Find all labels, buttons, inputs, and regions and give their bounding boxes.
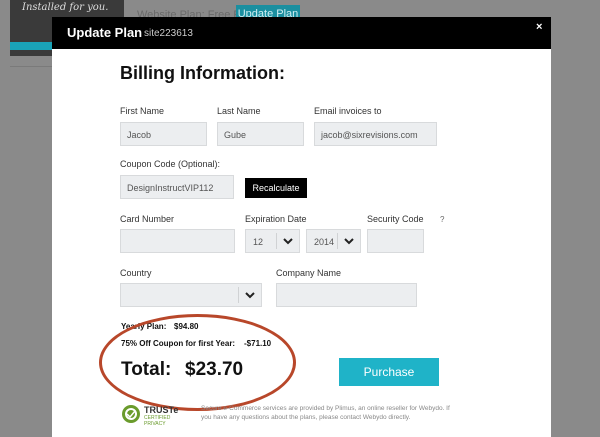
country-label: Country <box>120 268 152 278</box>
coupon-discount-value: -$71.10 <box>244 339 272 348</box>
truste-subtitle: CERTIFIED PRIVACY <box>144 415 171 427</box>
card-number-field[interactable] <box>120 229 235 253</box>
footer-note: Secure e-Commerce services are provided … <box>201 405 450 421</box>
expiration-year-select[interactable]: 2014 <box>306 229 361 253</box>
truste-seal-icon <box>122 405 140 423</box>
last-name-label: Last Name <box>217 106 261 116</box>
email-label: Email invoices to <box>314 106 382 116</box>
coupon-label: Coupon Code (Optional): <box>120 159 221 169</box>
expiration-year-value: 2014 <box>314 237 335 247</box>
total-value: $23.70 <box>185 359 244 380</box>
total-label: Total: <box>121 359 172 380</box>
company-name-field[interactable] <box>276 283 417 307</box>
truste-badge: TRUSTe CERTIFIED PRIVACY <box>121 403 193 427</box>
card-number-label: Card Number <box>120 214 175 224</box>
coupon-discount-label: 75% Off Coupon for first Year: <box>121 339 236 348</box>
help-icon[interactable]: ? <box>440 215 444 224</box>
chevron-down-icon <box>277 230 299 252</box>
purchase-button[interactable]: Purchase <box>339 358 439 386</box>
country-select[interactable] <box>120 283 262 307</box>
chevron-down-icon <box>338 230 360 252</box>
yearly-plan-value: $94.80 <box>174 322 199 331</box>
last-name-field[interactable]: Gube <box>217 122 304 146</box>
update-plan-modal: Update Plan site223613 × Billing Informa… <box>52 17 551 437</box>
close-icon[interactable]: × <box>536 21 542 33</box>
thumbnail-caption: Installed for you. <box>22 2 109 13</box>
company-name-label: Company Name <box>276 268 342 278</box>
security-code-field[interactable] <box>367 229 424 253</box>
email-field[interactable]: jacob@sixrevisions.com <box>314 122 437 146</box>
yearly-plan-label: Yearly Plan: <box>121 322 167 331</box>
truste-name: TRUSTe <box>144 405 179 415</box>
billing-heading: Billing Information: <box>120 63 285 83</box>
recalculate-button[interactable]: Recalculate <box>245 178 307 198</box>
expiration-month-value: 12 <box>253 237 264 247</box>
security-code-label: Security Code <box>367 214 424 224</box>
coupon-code-field[interactable]: DesignInstructVIP112 <box>120 175 234 199</box>
expiration-month-select[interactable]: 12 <box>245 229 300 253</box>
modal-header: Update Plan site223613 × <box>52 17 551 49</box>
first-name-field[interactable]: Jacob <box>120 122 207 146</box>
expiration-label: Expiration Date <box>245 214 307 224</box>
first-name-label: First Name <box>120 106 165 116</box>
modal-title: Update Plan <box>67 25 143 40</box>
site-id: site223613 <box>144 28 193 39</box>
chevron-down-icon <box>239 284 261 306</box>
